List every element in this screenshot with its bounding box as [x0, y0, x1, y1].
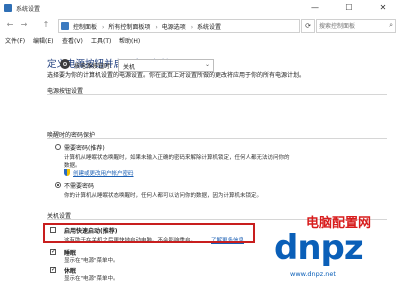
- search-icon[interactable]: ⌕: [389, 21, 393, 30]
- close-button[interactable]: ✕: [366, 0, 400, 16]
- back-arrow-icon[interactable]: ←: [4, 19, 16, 31]
- title-bar: 系统设置 — ☐ ✕: [0, 0, 400, 17]
- watermark-logo: 电脑配置网 dnpz www.dnpz.net: [266, 206, 400, 285]
- menu-view[interactable]: 查看(V): [62, 36, 83, 45]
- select-value: 关机: [123, 64, 136, 71]
- highlight-box: [43, 223, 255, 243]
- require-password-label[interactable]: 需要密码(推荐): [64, 143, 105, 152]
- no-password-desc: 你的计算机从睡眠状态唤醒时，任何人都可以访问你的数据，因为计算机未锁定。: [64, 193, 263, 199]
- refresh-icon[interactable]: ⟳: [301, 19, 315, 33]
- hibernate-checkbox[interactable]: [50, 266, 56, 273]
- divider: [47, 138, 387, 139]
- menu-tools[interactable]: 工具(T): [91, 36, 111, 45]
- breadcrumb-item[interactable]: 控制面板: [73, 24, 97, 31]
- hibernate-desc: 显示在"电源"菜单中。: [64, 276, 119, 282]
- require-password-desc-2: 数据。: [64, 163, 81, 169]
- require-password-desc: 计算机从睡眠状态唤醒时，如果未输入正确的密码来解除计算机锁定，任何人都无法访问你…: [64, 155, 290, 161]
- chevron-right-icon: ›: [102, 24, 105, 31]
- breadcrumb-item[interactable]: 系统设置: [197, 24, 221, 31]
- breadcrumb-item[interactable]: 电源选项: [162, 24, 186, 31]
- menu-edit[interactable]: 编辑(E): [33, 36, 53, 45]
- chevron-right-icon: ›: [155, 24, 158, 31]
- breadcrumb[interactable]: 控制面板 › 所有控制面板项 › 电源选项 › 系统设置: [58, 19, 300, 33]
- sleep-checkbox[interactable]: [50, 248, 56, 255]
- divider: [47, 94, 387, 95]
- no-password-label[interactable]: 不需要密码: [64, 181, 94, 190]
- chevron-down-icon: ⌄: [204, 61, 210, 68]
- power-icon: [60, 59, 70, 69]
- require-password-radio[interactable]: [55, 144, 61, 150]
- forward-arrow-icon[interactable]: →: [18, 19, 30, 31]
- menu-file[interactable]: 文件(F): [5, 36, 25, 45]
- search-box: ⌕: [316, 19, 396, 33]
- sleep-desc: 显示在"电源"菜单中。: [64, 258, 119, 264]
- watermark-en-text: dnpz: [274, 228, 364, 268]
- power-button-label: 按电源按钮时:: [74, 63, 113, 70]
- change-password-link[interactable]: 创建或更改用户帐户密码: [73, 169, 134, 177]
- no-password-radio[interactable]: [55, 182, 61, 188]
- menu-help[interactable]: 帮助(H): [119, 36, 140, 45]
- menu-bar: 文件(F) 编辑(E) 查看(V) 工具(T) 帮助(H): [0, 34, 400, 46]
- control-panel-icon: [4, 4, 12, 12]
- minimize-button[interactable]: —: [298, 0, 332, 16]
- breadcrumb-item[interactable]: 所有控制面板项: [108, 24, 150, 31]
- address-bar: ← → ↑ 控制面板› 所有控制面板项› 电源选项› 系统设置 ⟳ ⌕: [0, 16, 400, 34]
- window-title: 系统设置: [16, 6, 41, 13]
- power-button-action-select[interactable]: 关机 ⌄: [118, 59, 214, 72]
- chevron-right-icon: ›: [190, 24, 194, 31]
- up-arrow-icon[interactable]: ↑: [40, 19, 52, 31]
- uac-shield-icon: [64, 169, 70, 176]
- search-input[interactable]: [317, 20, 387, 32]
- control-panel-icon: [61, 22, 69, 30]
- maximize-button[interactable]: ☐: [332, 0, 366, 16]
- watermark-url: www.dnpz.net: [290, 270, 336, 278]
